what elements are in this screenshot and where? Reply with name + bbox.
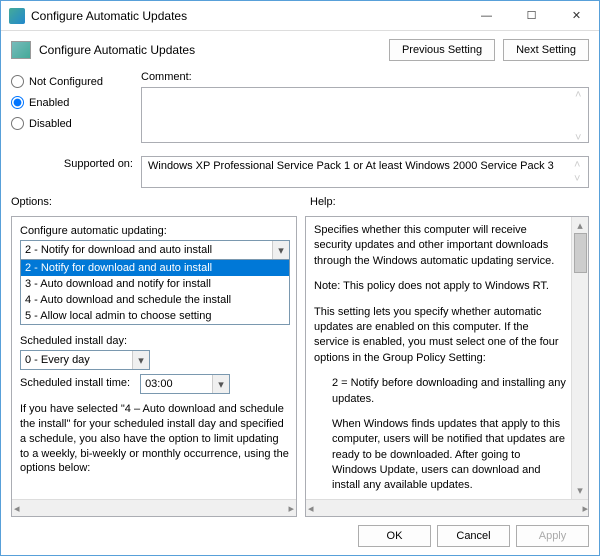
scrollbar-thumb[interactable] [574,233,587,273]
header-row: Configure Automatic Updates Previous Set… [1,31,599,69]
comment-textarea[interactable] [141,87,589,143]
apply-button[interactable]: Apply [516,525,589,547]
dropdown-option[interactable]: 4 - Auto download and schedule the insta… [21,292,289,308]
next-setting-button[interactable]: Next Setting [503,39,589,61]
dropdown-option[interactable]: 3 - Auto download and notify for install [21,276,289,292]
pane-labels: Options: Help: [1,196,599,216]
scheduled-day-value: 0 - Every day [25,354,90,366]
chevron-down-icon: ▾ [212,375,229,393]
comment-scrollbar[interactable]: ˄˅ [575,89,587,144]
policy-title: Configure Automatic Updates [39,43,381,57]
supported-box: Windows XP Professional Service Pack 1 o… [141,156,589,188]
maximize-button[interactable]: ☐ [509,1,554,31]
configure-updating-dropdown: 2 - Notify for download and auto install… [20,260,290,325]
supported-label: Supported on: [11,156,141,170]
main-panes: Configure automatic updating: 2 - Notify… [1,216,599,517]
policy-icon [11,41,31,59]
close-button[interactable]: ✕ [554,1,599,31]
options-pane: Configure automatic updating: 2 - Notify… [11,216,297,517]
configure-updating-value: 2 - Notify for download and auto install [25,244,212,256]
radio-enabled[interactable]: Enabled [11,96,141,109]
previous-setting-button[interactable]: Previous Setting [389,39,495,61]
help-label: Help: [310,196,589,208]
configure-updating-combo[interactable]: 2 - Notify for download and auto install… [20,240,290,260]
titlebar: Configure Automatic Updates — ☐ ✕ [1,1,599,31]
chevron-down-icon: ▾ [132,351,149,369]
scheduled-time-combo[interactable]: 03:00 ▾ [140,374,230,394]
options-h-scrollbar[interactable]: ◂▸ [12,499,296,516]
footer-buttons: OK Cancel Apply [1,517,599,555]
configure-updating-label: Configure automatic updating: [20,225,290,237]
options-paragraph: If you have selected "4 – Auto download … [20,402,290,476]
supported-value: Windows XP Professional Service Pack 1 o… [148,160,554,172]
scheduled-day-combo[interactable]: 0 - Every day ▾ [20,350,150,370]
config-row: Not Configured Enabled Disabled Comment:… [1,69,599,154]
supported-row: Supported on: Windows XP Professional Se… [1,154,599,196]
dropdown-option[interactable]: 5 - Allow local admin to choose setting [21,308,289,324]
scheduled-time-label: Scheduled install time: [20,377,130,389]
window-title: Configure Automatic Updates [31,9,464,23]
options-label: Options: [11,196,290,208]
help-pane: Specifies whether this computer will rec… [305,216,589,517]
comment-label: Comment: [141,71,589,83]
cancel-button[interactable]: Cancel [437,525,510,547]
app-icon [9,8,25,24]
scheduled-day-label: Scheduled install day: [20,335,290,347]
supported-scrollbar[interactable]: ˄˅ [574,159,586,185]
radio-disabled[interactable]: Disabled [11,117,141,130]
policy-editor-window: Configure Automatic Updates — ☐ ✕ Config… [0,0,600,556]
chevron-down-icon: ▾ [272,241,289,259]
state-radio-group: Not Configured Enabled Disabled [11,71,141,146]
minimize-button[interactable]: — [464,1,509,31]
ok-button[interactable]: OK [358,525,431,547]
scheduled-time-value: 03:00 [145,378,173,390]
help-v-scrollbar[interactable]: ▴▾ [571,217,588,499]
radio-not-configured[interactable]: Not Configured [11,75,141,88]
help-text: Specifies whether this computer will rec… [314,223,584,499]
help-h-scrollbar[interactable]: ◂▸ [306,499,589,516]
dropdown-option[interactable]: 2 - Notify for download and auto install [21,260,289,276]
